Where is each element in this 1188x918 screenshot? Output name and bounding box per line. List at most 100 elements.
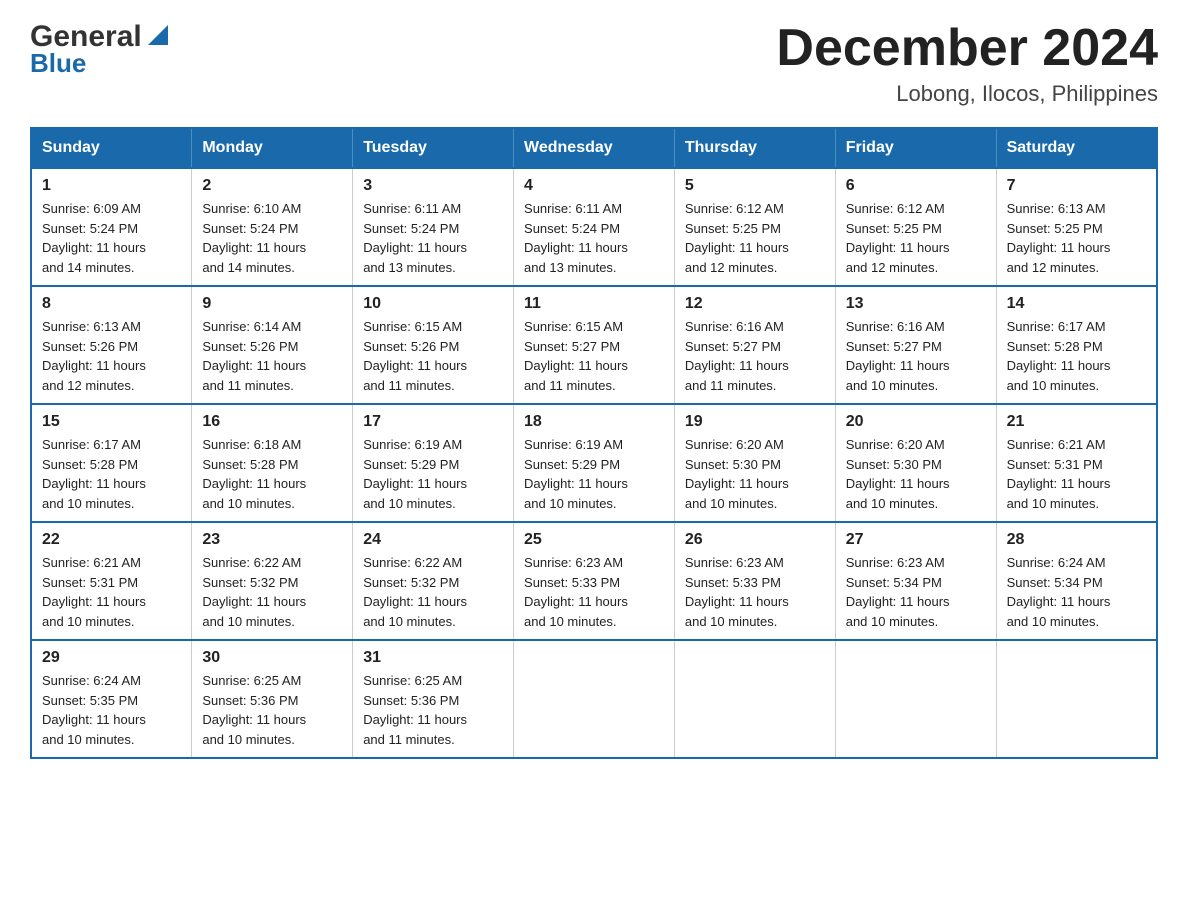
calendar-cell: 1 Sunrise: 6:09 AM Sunset: 5:24 PM Dayli… [31, 168, 192, 286]
calendar-cell: 11 Sunrise: 6:15 AM Sunset: 5:27 PM Dayl… [514, 286, 675, 404]
day-number: 15 [42, 413, 181, 431]
calendar-cell: 16 Sunrise: 6:18 AM Sunset: 5:28 PM Dayl… [192, 404, 353, 522]
day-number: 28 [1007, 531, 1146, 549]
header-monday: Monday [192, 128, 353, 168]
calendar-cell: 6 Sunrise: 6:12 AM Sunset: 5:25 PM Dayli… [835, 168, 996, 286]
day-info: Sunrise: 6:12 AM Sunset: 5:25 PM Dayligh… [685, 199, 825, 277]
day-info: Sunrise: 6:20 AM Sunset: 5:30 PM Dayligh… [685, 435, 825, 513]
day-number: 10 [363, 295, 503, 313]
day-number: 8 [42, 295, 181, 313]
header-sunday: Sunday [31, 128, 192, 168]
day-number: 9 [202, 295, 342, 313]
calendar-table: Sunday Monday Tuesday Wednesday Thursday… [30, 127, 1158, 759]
day-number: 1 [42, 177, 181, 195]
day-info: Sunrise: 6:11 AM Sunset: 5:24 PM Dayligh… [524, 199, 664, 277]
day-number: 26 [685, 531, 825, 549]
day-number: 23 [202, 531, 342, 549]
day-info: Sunrise: 6:15 AM Sunset: 5:27 PM Dayligh… [524, 317, 664, 395]
day-info: Sunrise: 6:21 AM Sunset: 5:31 PM Dayligh… [42, 553, 181, 631]
calendar-cell: 3 Sunrise: 6:11 AM Sunset: 5:24 PM Dayli… [353, 168, 514, 286]
calendar-cell: 5 Sunrise: 6:12 AM Sunset: 5:25 PM Dayli… [674, 168, 835, 286]
calendar-header-row: Sunday Monday Tuesday Wednesday Thursday… [31, 128, 1157, 168]
day-number: 4 [524, 177, 664, 195]
day-number: 29 [42, 649, 181, 667]
day-number: 7 [1007, 177, 1146, 195]
page-header: General Blue December 2024 Lobong, Iloco… [30, 20, 1158, 107]
header-thursday: Thursday [674, 128, 835, 168]
day-info: Sunrise: 6:14 AM Sunset: 5:26 PM Dayligh… [202, 317, 342, 395]
calendar-cell [835, 640, 996, 758]
calendar-cell: 8 Sunrise: 6:13 AM Sunset: 5:26 PM Dayli… [31, 286, 192, 404]
day-number: 25 [524, 531, 664, 549]
day-number: 16 [202, 413, 342, 431]
calendar-week-row: 29 Sunrise: 6:24 AM Sunset: 5:35 PM Dayl… [31, 640, 1157, 758]
day-info: Sunrise: 6:17 AM Sunset: 5:28 PM Dayligh… [1007, 317, 1146, 395]
calendar-cell: 24 Sunrise: 6:22 AM Sunset: 5:32 PM Dayl… [353, 522, 514, 640]
calendar-cell: 20 Sunrise: 6:20 AM Sunset: 5:30 PM Dayl… [835, 404, 996, 522]
header-friday: Friday [835, 128, 996, 168]
day-info: Sunrise: 6:17 AM Sunset: 5:28 PM Dayligh… [42, 435, 181, 513]
day-number: 20 [846, 413, 986, 431]
calendar-cell: 29 Sunrise: 6:24 AM Sunset: 5:35 PM Dayl… [31, 640, 192, 758]
day-info: Sunrise: 6:20 AM Sunset: 5:30 PM Dayligh… [846, 435, 986, 513]
title-block: December 2024 Lobong, Ilocos, Philippine… [776, 20, 1158, 107]
day-number: 27 [846, 531, 986, 549]
day-number: 5 [685, 177, 825, 195]
calendar-cell: 31 Sunrise: 6:25 AM Sunset: 5:36 PM Dayl… [353, 640, 514, 758]
day-info: Sunrise: 6:25 AM Sunset: 5:36 PM Dayligh… [202, 671, 342, 749]
day-info: Sunrise: 6:23 AM Sunset: 5:33 PM Dayligh… [524, 553, 664, 631]
calendar-cell: 17 Sunrise: 6:19 AM Sunset: 5:29 PM Dayl… [353, 404, 514, 522]
header-saturday: Saturday [996, 128, 1157, 168]
calendar-cell: 15 Sunrise: 6:17 AM Sunset: 5:28 PM Dayl… [31, 404, 192, 522]
day-number: 6 [846, 177, 986, 195]
logo: General Blue [30, 20, 172, 79]
day-info: Sunrise: 6:16 AM Sunset: 5:27 PM Dayligh… [685, 317, 825, 395]
calendar-week-row: 8 Sunrise: 6:13 AM Sunset: 5:26 PM Dayli… [31, 286, 1157, 404]
calendar-week-row: 22 Sunrise: 6:21 AM Sunset: 5:31 PM Dayl… [31, 522, 1157, 640]
calendar-title: December 2024 [776, 20, 1158, 77]
day-number: 2 [202, 177, 342, 195]
day-number: 21 [1007, 413, 1146, 431]
calendar-cell [514, 640, 675, 758]
calendar-cell: 23 Sunrise: 6:22 AM Sunset: 5:32 PM Dayl… [192, 522, 353, 640]
calendar-subtitle: Lobong, Ilocos, Philippines [776, 81, 1158, 107]
day-number: 22 [42, 531, 181, 549]
logo-blue-text: Blue [30, 48, 86, 79]
calendar-cell: 26 Sunrise: 6:23 AM Sunset: 5:33 PM Dayl… [674, 522, 835, 640]
calendar-cell: 21 Sunrise: 6:21 AM Sunset: 5:31 PM Dayl… [996, 404, 1157, 522]
day-info: Sunrise: 6:15 AM Sunset: 5:26 PM Dayligh… [363, 317, 503, 395]
day-info: Sunrise: 6:23 AM Sunset: 5:34 PM Dayligh… [846, 553, 986, 631]
calendar-cell: 13 Sunrise: 6:16 AM Sunset: 5:27 PM Dayl… [835, 286, 996, 404]
calendar-cell: 10 Sunrise: 6:15 AM Sunset: 5:26 PM Dayl… [353, 286, 514, 404]
logo-triangle-icon [144, 21, 172, 49]
day-number: 30 [202, 649, 342, 667]
day-info: Sunrise: 6:09 AM Sunset: 5:24 PM Dayligh… [42, 199, 181, 277]
day-info: Sunrise: 6:24 AM Sunset: 5:35 PM Dayligh… [42, 671, 181, 749]
calendar-cell [996, 640, 1157, 758]
calendar-cell: 19 Sunrise: 6:20 AM Sunset: 5:30 PM Dayl… [674, 404, 835, 522]
day-number: 12 [685, 295, 825, 313]
calendar-cell: 14 Sunrise: 6:17 AM Sunset: 5:28 PM Dayl… [996, 286, 1157, 404]
day-info: Sunrise: 6:12 AM Sunset: 5:25 PM Dayligh… [846, 199, 986, 277]
day-number: 19 [685, 413, 825, 431]
day-info: Sunrise: 6:16 AM Sunset: 5:27 PM Dayligh… [846, 317, 986, 395]
calendar-cell: 9 Sunrise: 6:14 AM Sunset: 5:26 PM Dayli… [192, 286, 353, 404]
day-info: Sunrise: 6:23 AM Sunset: 5:33 PM Dayligh… [685, 553, 825, 631]
calendar-cell [674, 640, 835, 758]
day-number: 18 [524, 413, 664, 431]
day-info: Sunrise: 6:13 AM Sunset: 5:25 PM Dayligh… [1007, 199, 1146, 277]
header-wednesday: Wednesday [514, 128, 675, 168]
calendar-week-row: 1 Sunrise: 6:09 AM Sunset: 5:24 PM Dayli… [31, 168, 1157, 286]
calendar-cell: 4 Sunrise: 6:11 AM Sunset: 5:24 PM Dayli… [514, 168, 675, 286]
day-info: Sunrise: 6:13 AM Sunset: 5:26 PM Dayligh… [42, 317, 181, 395]
day-info: Sunrise: 6:25 AM Sunset: 5:36 PM Dayligh… [363, 671, 503, 749]
day-info: Sunrise: 6:22 AM Sunset: 5:32 PM Dayligh… [202, 553, 342, 631]
calendar-cell: 12 Sunrise: 6:16 AM Sunset: 5:27 PM Dayl… [674, 286, 835, 404]
calendar-cell: 28 Sunrise: 6:24 AM Sunset: 5:34 PM Dayl… [996, 522, 1157, 640]
header-tuesday: Tuesday [353, 128, 514, 168]
day-info: Sunrise: 6:19 AM Sunset: 5:29 PM Dayligh… [363, 435, 503, 513]
day-number: 17 [363, 413, 503, 431]
day-info: Sunrise: 6:24 AM Sunset: 5:34 PM Dayligh… [1007, 553, 1146, 631]
day-number: 3 [363, 177, 503, 195]
day-info: Sunrise: 6:11 AM Sunset: 5:24 PM Dayligh… [363, 199, 503, 277]
